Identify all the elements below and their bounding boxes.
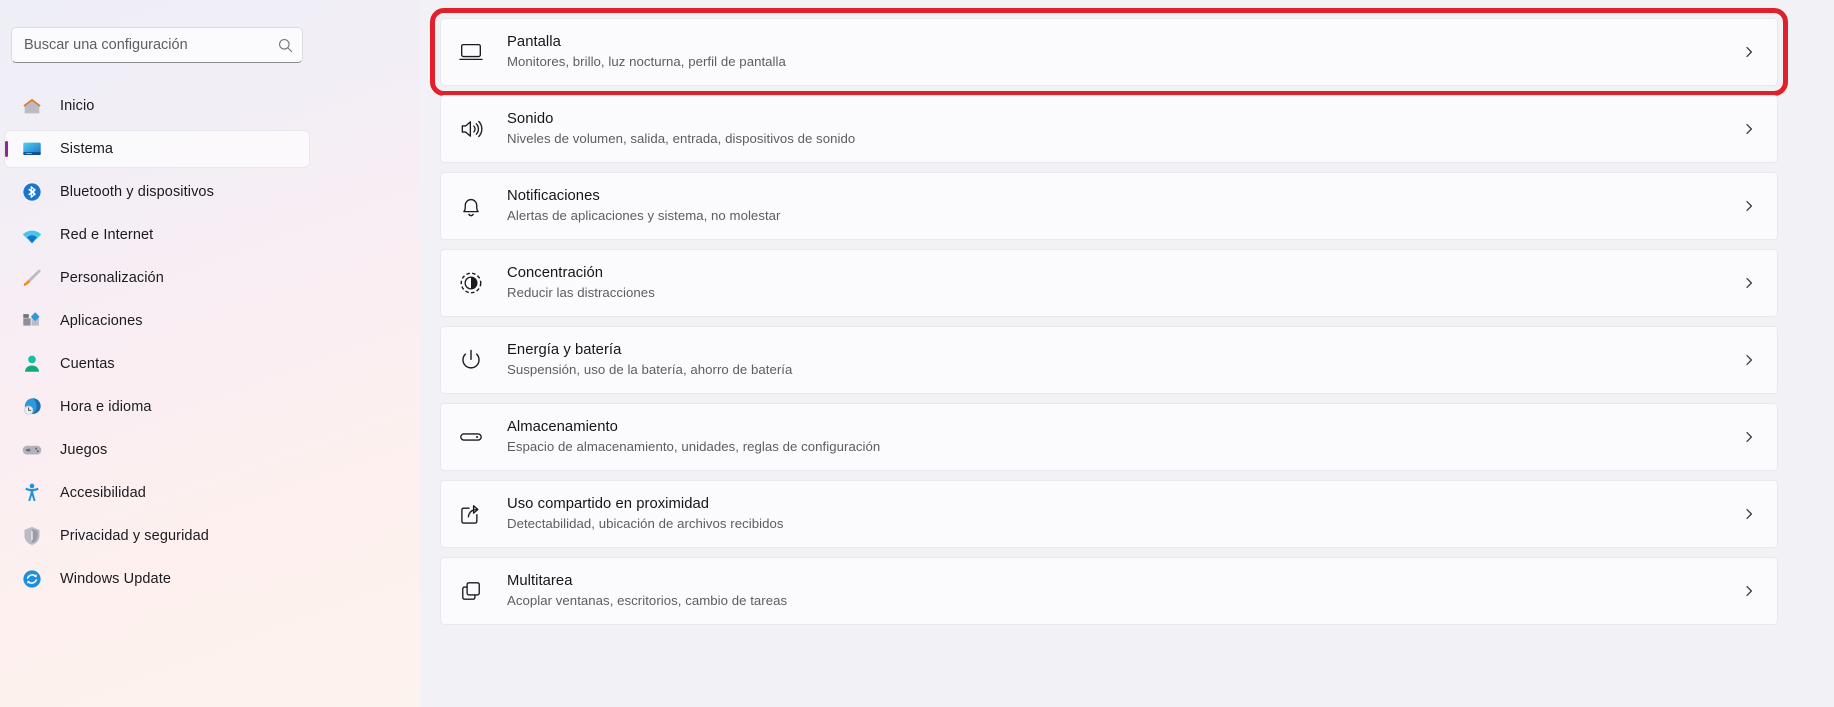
storage-icon	[455, 421, 487, 453]
chevron-right-icon[interactable]	[1743, 585, 1755, 597]
home-icon	[21, 95, 43, 117]
multitask-icon	[455, 575, 487, 607]
sidebar-item-label: Sistema	[60, 141, 114, 157]
sidebar-item-label: Hora e idioma	[60, 399, 152, 415]
chevron-right-icon[interactable]	[1743, 508, 1755, 520]
share-icon	[455, 498, 487, 530]
chevron-right-icon[interactable]	[1743, 46, 1755, 58]
sidebar-item-label: Inicio	[60, 98, 95, 114]
accessibility-icon	[21, 482, 43, 504]
search-box[interactable]	[11, 27, 303, 63]
card-subtitle: Espacio de almacenamiento, unidades, reg…	[507, 439, 881, 454]
settings-card-notificaciones[interactable]: Notificaciones Alertas de aplicaciones y…	[440, 172, 1778, 240]
sidebar-item-label: Privacidad y seguridad	[60, 528, 209, 544]
settings-card-energia[interactable]: Energía y batería Suspensión, uso de la …	[440, 326, 1778, 394]
account-icon	[21, 353, 43, 375]
sidebar-item-label: Cuentas	[60, 356, 115, 372]
sidebar-item-bluetooth[interactable]: Bluetooth y dispositivos	[5, 174, 309, 210]
focus-icon	[455, 267, 487, 299]
card-title: Almacenamiento	[507, 419, 618, 435]
search-icon[interactable]	[277, 37, 294, 54]
sidebar-item-label: Aplicaciones	[60, 313, 143, 329]
card-title: Uso compartido en proximidad	[507, 496, 710, 512]
sidebar-item-juegos[interactable]: Juegos	[5, 432, 309, 468]
power-icon	[455, 344, 487, 376]
search-input[interactable]	[24, 37, 277, 53]
settings-sidebar: Inicio Sistema	[0, 0, 420, 707]
card-title: Sonido	[507, 111, 554, 127]
shield-icon	[21, 525, 43, 547]
chevron-right-icon[interactable]	[1743, 123, 1755, 135]
sidebar-item-inicio[interactable]: Inicio	[5, 88, 309, 124]
settings-card-almacenamiento[interactable]: Almacenamiento Espacio de almacenamiento…	[440, 403, 1778, 471]
card-subtitle: Acoplar ventanas, escritorios, cambio de…	[507, 593, 788, 608]
chevron-right-icon[interactable]	[1743, 354, 1755, 366]
sidebar-item-accesibilidad[interactable]: Accesibilidad	[5, 475, 309, 511]
settings-card-concentracion[interactable]: Concentración Reducir las distracciones	[440, 249, 1778, 317]
card-title: Energía y batería	[507, 342, 622, 358]
chevron-right-icon[interactable]	[1743, 277, 1755, 289]
card-subtitle: Detectabilidad, ubicación de archivos re…	[507, 516, 784, 531]
sidebar-item-label: Personalización	[60, 270, 164, 286]
card-subtitle: Alertas de aplicaciones y sistema, no mo…	[507, 208, 781, 223]
sidebar-item-label: Juegos	[60, 442, 108, 458]
bell-icon	[455, 190, 487, 222]
sidebar-item-label: Windows Update	[60, 571, 172, 587]
card-subtitle: Monitores, brillo, luz nocturna, perfil …	[507, 54, 786, 69]
sidebar-item-label: Red e Internet	[60, 227, 154, 243]
settings-card-pantalla[interactable]: Pantalla Monitores, brillo, luz nocturna…	[430, 8, 1788, 96]
sidebar-item-aplicaciones[interactable]: Aplicaciones	[5, 303, 309, 339]
sidebar-item-red[interactable]: Red e Internet	[5, 217, 309, 253]
clock-globe-icon	[21, 396, 43, 418]
card-title: Concentración	[507, 265, 604, 281]
sidebar-nav: Inicio Sistema Bluetooth y dispositivos …	[5, 88, 309, 604]
card-text: Uso compartido en proximidad Detectabili…	[507, 495, 1743, 533]
card-title: Pantalla	[507, 34, 561, 50]
card-text: Sonido Niveles de volumen, salida, entra…	[507, 110, 1743, 148]
settings-card-list: Pantalla Monitores, brillo, luz nocturna…	[430, 8, 1788, 634]
card-text: Energía y batería Suspensión, uso de la …	[507, 341, 1743, 379]
card-text: Pantalla Monitores, brillo, luz nocturna…	[507, 33, 1743, 71]
card-subtitle: Suspensión, uso de la batería, ahorro de…	[507, 362, 793, 377]
card-text: Notificaciones Alertas de aplicaciones y…	[507, 187, 1743, 225]
sidebar-item-sistema[interactable]: Sistema	[5, 131, 309, 167]
card-text: Multitarea Acoplar ventanas, escritorios…	[507, 572, 1743, 610]
system-icon	[21, 138, 43, 160]
chevron-right-icon[interactable]	[1743, 200, 1755, 212]
monitor-icon	[455, 36, 487, 68]
speaker-icon	[455, 113, 487, 145]
sidebar-item-personalizacion[interactable]: Personalización	[5, 260, 309, 296]
paintbrush-icon	[21, 267, 43, 289]
wifi-icon	[21, 224, 43, 246]
bluetooth-icon	[21, 181, 43, 203]
settings-card-multitarea[interactable]: Multitarea Acoplar ventanas, escritorios…	[440, 557, 1778, 625]
card-text: Concentración Reducir las distracciones	[507, 264, 1743, 302]
sidebar-item-privacidad[interactable]: Privacidad y seguridad	[5, 518, 309, 554]
update-icon	[21, 568, 43, 590]
gamepad-icon	[21, 439, 43, 461]
card-title: Notificaciones	[507, 188, 600, 204]
settings-card-sonido[interactable]: Sonido Niveles de volumen, salida, entra…	[440, 95, 1778, 163]
sidebar-item-label: Accesibilidad	[60, 485, 146, 501]
sidebar-item-cuentas[interactable]: Cuentas	[5, 346, 309, 382]
sidebar-item-hora[interactable]: Hora e idioma	[5, 389, 309, 425]
chevron-right-icon[interactable]	[1743, 431, 1755, 443]
card-title: Multitarea	[507, 573, 573, 589]
sidebar-item-windows-update[interactable]: Windows Update	[5, 561, 309, 597]
card-subtitle: Reducir las distracciones	[507, 285, 655, 300]
card-subtitle: Niveles de volumen, salida, entrada, dis…	[507, 131, 856, 146]
search-container	[11, 27, 303, 63]
sidebar-item-label: Bluetooth y dispositivos	[60, 184, 214, 200]
settings-card-uso-compartido[interactable]: Uso compartido en proximidad Detectabili…	[440, 480, 1778, 548]
card-text: Almacenamiento Espacio de almacenamiento…	[507, 418, 1743, 456]
apps-icon	[21, 310, 43, 332]
settings-main-content: Pantalla Monitores, brillo, luz nocturna…	[420, 0, 1834, 707]
